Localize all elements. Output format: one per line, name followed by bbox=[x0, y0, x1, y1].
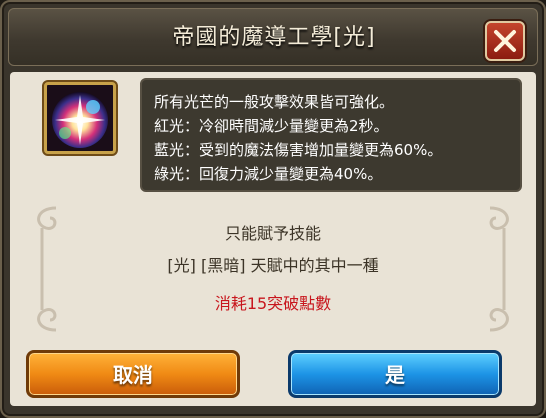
close-icon bbox=[494, 30, 516, 52]
dialog-title: 帝國的魔導工學[光] bbox=[172, 25, 376, 50]
restriction-text: 只能賦予技能 bbox=[224, 224, 321, 243]
skill-icon-frame bbox=[44, 82, 116, 154]
skill-description-box: 所有光芒的一般攻擊效果皆可強化。 紅光：冷卻時間減少量變更為2秒。 藍光：受到的… bbox=[140, 78, 522, 192]
description-line-green-light: 綠光：回復力減少量變更為40%。 bbox=[154, 165, 383, 183]
description-line: 所有光芒的一般攻擊效果皆可強化。 bbox=[154, 93, 395, 111]
title-bar: 帝國的魔導工學[光] bbox=[8, 8, 538, 66]
close-button[interactable] bbox=[485, 21, 525, 61]
description-line-red-light: 紅光：冷卻時間減少量變更為2秒。 bbox=[154, 117, 389, 135]
talent-confirm-dialog: 帝國的魔導工學[光] 所有光芒的一般攻擊效果皆可強化。 紅光：冷卻時間減少量變更… bbox=[0, 0, 546, 418]
talent-choice-text: [光] [黑暗] 天賦中的其中一種 bbox=[167, 256, 379, 275]
talent-info-panel: 只能賦予技能 [光] [黑暗] 天賦中的其中一種 消耗15突破點數 bbox=[40, 214, 506, 328]
breakthrough-cost-text: 消耗15突破點數 bbox=[214, 294, 332, 313]
cancel-button[interactable]: 取消 bbox=[26, 350, 240, 398]
confirm-button[interactable]: 是 bbox=[288, 350, 502, 398]
light-orb-skill-icon bbox=[47, 85, 113, 151]
description-line-blue-light: 藍光：受到的魔法傷害增加量變更為60%。 bbox=[154, 141, 443, 159]
dialog-body: 所有光芒的一般攻擊效果皆可強化。 紅光：冷卻時間減少量變更為2秒。 藍光：受到的… bbox=[10, 72, 536, 406]
